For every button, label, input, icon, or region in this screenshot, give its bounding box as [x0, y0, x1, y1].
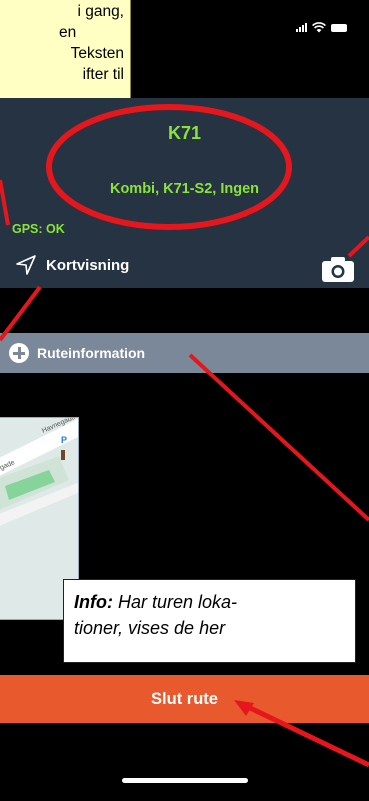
- annotation-line: [188, 353, 369, 522]
- route-title: K71: [167, 123, 202, 143]
- note-line: ifter til: [82, 66, 124, 83]
- home-indicator: [122, 778, 248, 783]
- info-label: Info:: [74, 592, 113, 612]
- camera-icon[interactable]: [321, 255, 355, 283]
- info-annotation-box: Info: Har turen loka- tioner, vises de h…: [63, 579, 356, 663]
- plus-circle-icon: [9, 343, 29, 363]
- route-info-label: Ruteinformation: [37, 345, 146, 361]
- map-view-label: Kortvisning: [46, 256, 130, 274]
- note-line: i gang,: [77, 3, 124, 20]
- map-view-button[interactable]: Kortvisning: [14, 253, 129, 277]
- end-route-label: Slut rute: [151, 689, 218, 708]
- battery-icon: [331, 23, 347, 32]
- svg-text:P: P: [61, 435, 67, 445]
- wifi-icon: [312, 22, 326, 33]
- end-route-button[interactable]: Slut rute: [0, 675, 369, 723]
- status-bar: [296, 22, 347, 33]
- cellular-signal-icon: [296, 23, 307, 32]
- note-line: en: [59, 24, 77, 41]
- route-info-toggle[interactable]: Ruteinformation: [0, 333, 369, 373]
- gps-status: GPS: OK: [12, 222, 65, 236]
- navigation-arrow-icon: [16, 255, 36, 275]
- info-text: Har turen loka-: [118, 592, 238, 612]
- note-line: Teksten: [70, 45, 124, 62]
- route-subtitle: Kombi, K71-S2, Ingen: [109, 181, 260, 197]
- info-text: tioner, vises de her: [74, 618, 226, 638]
